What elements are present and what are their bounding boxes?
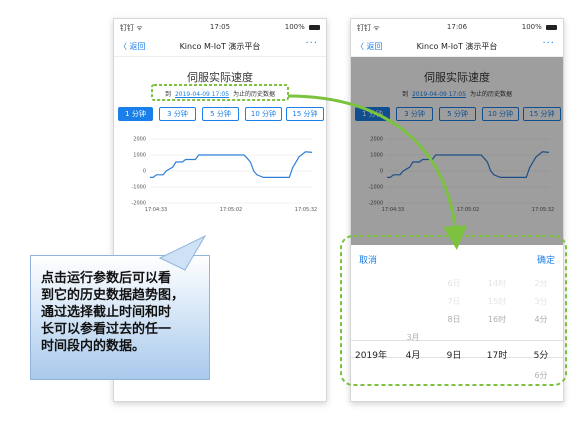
picker-option-minute[interactable]: 3分 (521, 293, 561, 311)
instruction-callout: 点击运行参数后可以看 到它的历史数据趋势图， 通过选择截止时间和时 长可以参看过… (30, 255, 210, 380)
nav-bar: 〈 返回 Kinco M-IoT 演示平台 ··· (351, 35, 563, 57)
date-range-line: 到 2019-04-09 17:05 为止的历史数据 (114, 89, 326, 98)
speed-line-chart: 2000 1000 0 -1000 -200017:04:33 17:05:02 17:05… (131, 137, 317, 214)
picker-option-hour[interactable]: 14时 (475, 275, 519, 293)
battery-percent: 100% (521, 23, 542, 31)
interval-button-5min[interactable]: 5 分钟 (202, 107, 239, 121)
nav-title: Kinco M-IoT 演示平台 (416, 42, 498, 51)
picker-column-minute[interactable]: 2分 3分 4分 5分 6分 (521, 275, 561, 385)
date-prefix: 到 (165, 91, 172, 98)
y-tick-label: -1000 (131, 185, 146, 191)
picker-option-day[interactable]: 8日 (435, 311, 473, 329)
picker-option-hour[interactable]: 16时 (475, 311, 519, 329)
picker-option-hour[interactable]: 15时 (475, 293, 519, 311)
x-tick-label: 17:05:32 (295, 207, 317, 213)
battery-percent: 100% (284, 23, 305, 31)
picker-option-minute[interactable]: 4分 (521, 311, 561, 329)
datetime-picker: 取消 确定 2019年 3月 4月 6日 7日 8日 9日 14时 15时 16时 17时 2分 3分 4… (351, 245, 563, 401)
phone-screen-time-picker: 钉钉 ᯤ 17:06 100% 〈 返回 Kinco M-IoT 演示平台 ··… (350, 18, 564, 402)
picker-confirm-button[interactable]: 确定 (537, 253, 555, 266)
picker-option-month[interactable]: 3月 (393, 329, 433, 347)
picker-column-hour[interactable]: 14时 15时 16时 17时 (475, 275, 519, 385)
nav-bar: 〈 返回 Kinco M-IoT 演示平台 ··· (114, 35, 326, 57)
x-tick-label: 17:05:02 (220, 207, 242, 213)
nav-title: Kinco M-IoT 演示平台 (179, 42, 261, 51)
picker-option-month[interactable]: 4月 (393, 347, 433, 365)
picker-option-minute[interactable]: 2分 (521, 275, 561, 293)
picker-column-day[interactable]: 6日 7日 8日 9日 (435, 275, 473, 385)
interval-button-10min[interactable]: 10 分钟 (245, 107, 282, 121)
interval-selector: 1 分钟 3 分钟 5 分钟 10 分钟 15 分钟 (118, 107, 324, 121)
picker-option-minute[interactable]: 6分 (521, 367, 561, 385)
date-suffix: 为止的历史数据 (232, 91, 275, 98)
battery-icon (309, 24, 320, 30)
chart-title: 伺服实际速度 (187, 71, 253, 84)
status-bar: 钉钉 ᯤ 17:05 100% (114, 19, 326, 35)
battery-indicator: 100% (522, 23, 557, 31)
battery-indicator: 100% (285, 23, 320, 31)
battery-icon (546, 24, 557, 30)
y-tick-label: -2000 (131, 201, 146, 207)
interval-button-3min[interactable]: 3 分钟 (159, 107, 196, 121)
end-date-link[interactable]: 2019-04-09 17:05 (175, 91, 229, 98)
interval-button-1min[interactable]: 1 分钟 (118, 107, 153, 121)
picker-option-day[interactable]: 9日 (435, 347, 473, 365)
status-bar: 钉钉 ᯤ 17:06 100% (351, 19, 563, 35)
picker-option-minute[interactable]: 5分 (521, 347, 561, 365)
interval-button-15min[interactable]: 15 分钟 (286, 107, 324, 121)
picker-option-year[interactable]: 2019年 (351, 347, 391, 365)
x-tick-label: 17:04:33 (145, 207, 167, 213)
picker-column-year[interactable]: 2019年 (351, 275, 391, 385)
y-tick-label: 1000 (133, 153, 146, 159)
speed-series-line (150, 151, 313, 179)
y-tick-label: 0 (143, 169, 146, 175)
picker-option-day[interactable]: 6日 (435, 275, 473, 293)
more-menu-button[interactable]: ··· (542, 38, 555, 49)
more-menu-button[interactable]: ··· (305, 38, 318, 49)
picker-column-month[interactable]: 3月 4月 (393, 275, 433, 385)
callout-text: 点击运行参数后可以看 到它的历史数据趋势图， 通过选择截止时间和时 长可以参看过… (41, 271, 185, 354)
modal-dim-overlay[interactable] (351, 57, 563, 245)
picker-cancel-button[interactable]: 取消 (359, 253, 377, 266)
picker-option-hour[interactable]: 17时 (475, 347, 519, 365)
picker-option-day[interactable]: 7日 (435, 293, 473, 311)
y-tick-label: 2000 (133, 137, 146, 143)
